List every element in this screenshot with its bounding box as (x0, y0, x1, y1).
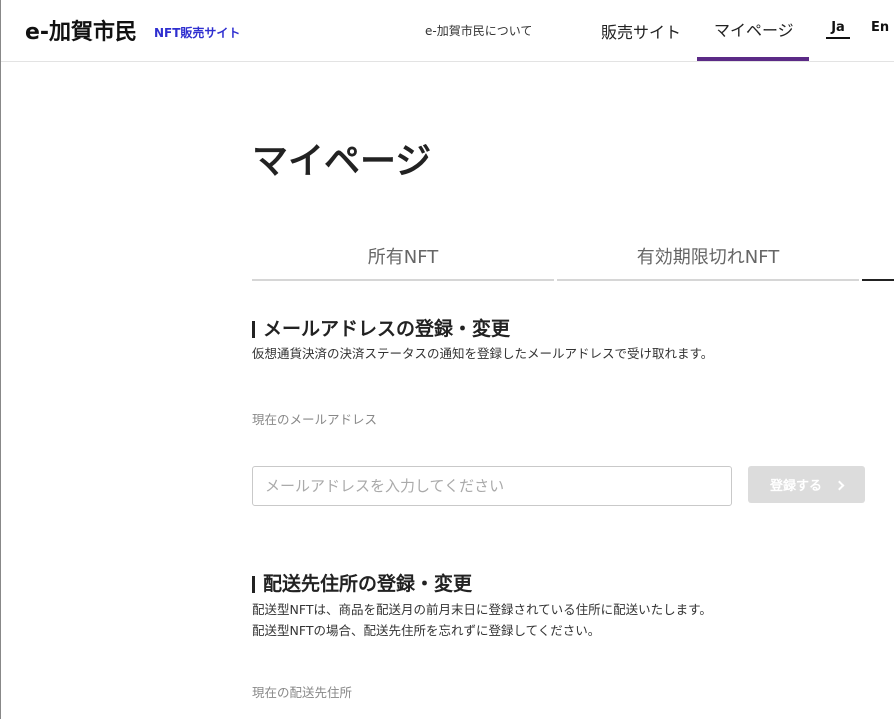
email-input[interactable] (252, 466, 732, 506)
site-logo-subtitle[interactable]: NFT販売サイト (154, 24, 240, 41)
nav-mypage[interactable]: マイページ (697, 0, 809, 61)
page: e-加賀市民 NFT販売サイト e-加賀市民について 販売サイト マイページ J… (0, 0, 894, 719)
page-title: マイページ (252, 141, 432, 182)
lang-ja-button[interactable]: Ja (826, 20, 850, 39)
lang-en-button[interactable]: En (871, 20, 889, 35)
nav-about[interactable]: e-加賀市民について (425, 22, 532, 39)
address-section-title: 配送先住所の登録・変更 (252, 573, 472, 595)
nav-mypage-label: マイページ (714, 21, 794, 40)
address-section-description-2: 配送型NFTの場合、配送先住所を忘れずに登録してください。 (252, 623, 601, 638)
register-email-button[interactable]: 登録する (748, 466, 865, 503)
site-header: e-加賀市民 NFT販売サイト e-加賀市民について 販売サイト マイページ J… (1, 0, 894, 62)
tab-owned-nft[interactable]: 所有NFT (252, 240, 554, 281)
current-email-label: 現在のメールアドレス (252, 412, 378, 427)
register-email-button-label: 登録する (769, 479, 822, 494)
tab-overflow-indicator (862, 279, 894, 281)
nav-shop[interactable]: 販売サイト (601, 19, 681, 43)
email-section-description: 仮想通貨決済の決済ステータスの通知を登録したメールアドレスで受け取れます。 (252, 346, 714, 361)
email-section-title: メールアドレスの登録・変更 (252, 318, 510, 340)
site-logo[interactable]: e-加賀市民 (25, 14, 137, 46)
tab-expired-nft[interactable]: 有効期限切れNFT (557, 240, 859, 281)
chevron-right-icon (834, 480, 845, 490)
current-address-label: 現在の配送先住所 (252, 685, 353, 700)
address-section-description-1: 配送型NFTは、商品を配送月の前月末日に登録されている住所に配送いたします。 (252, 602, 712, 617)
